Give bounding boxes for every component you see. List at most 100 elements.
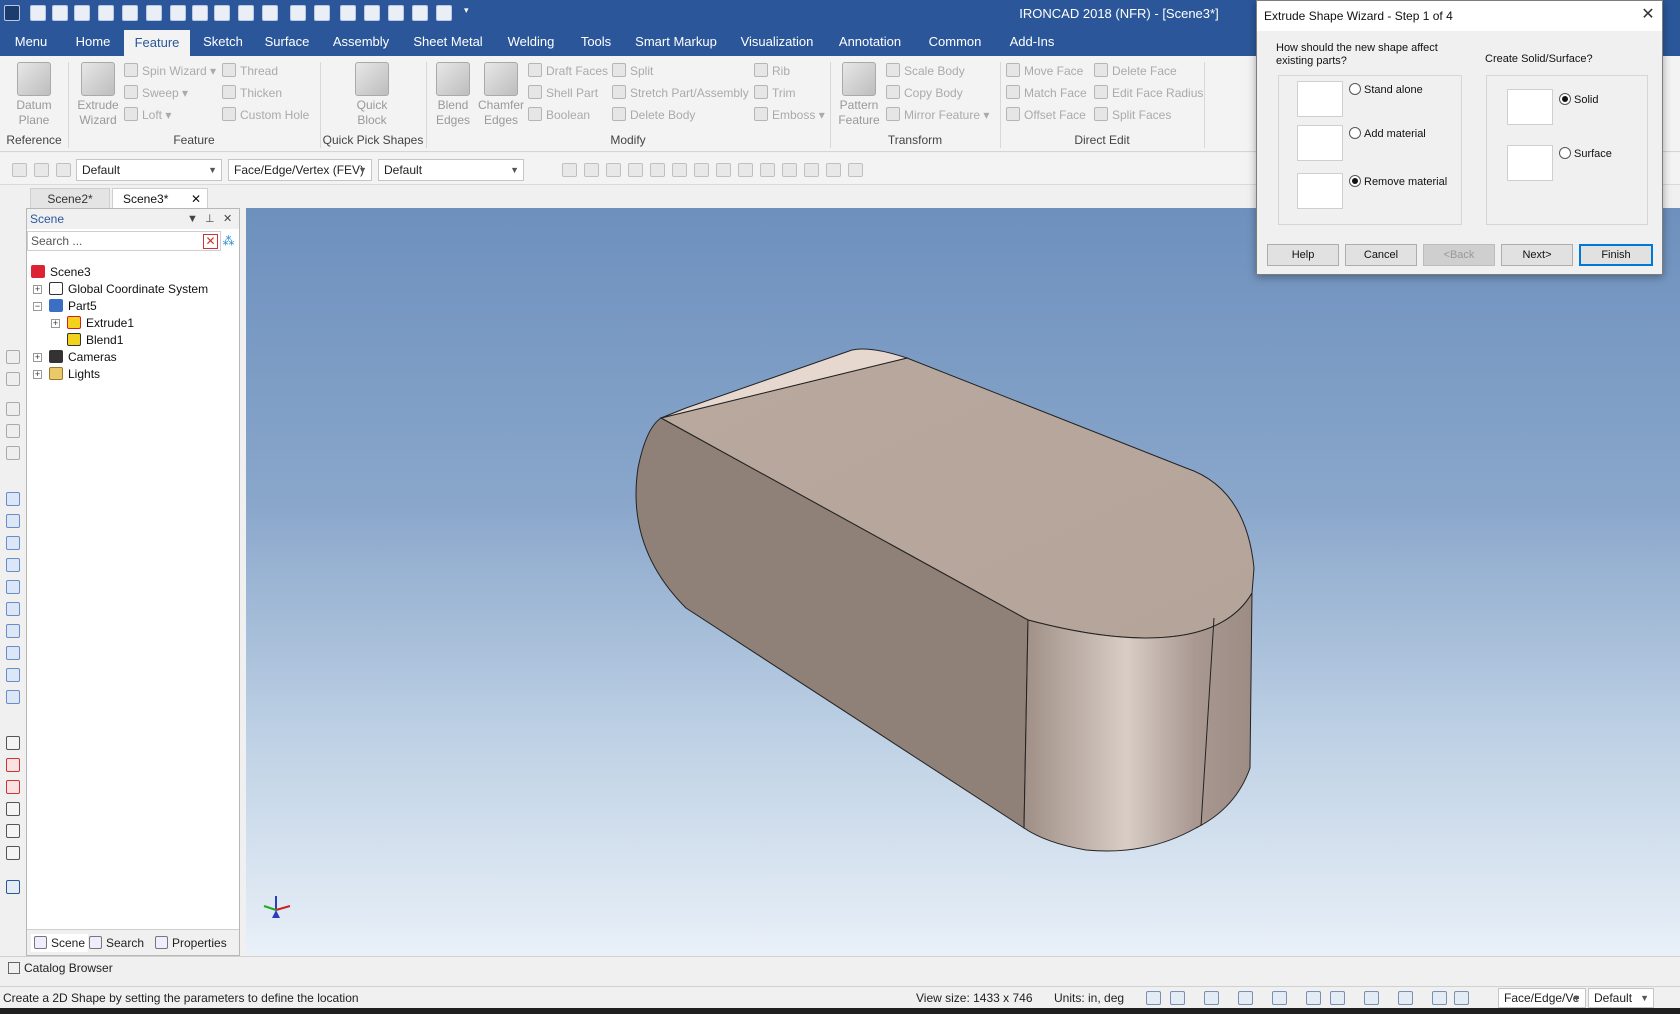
- zoom-fit-icon[interactable]: [1146, 991, 1161, 1005]
- panel-tab-scene[interactable]: Scene: [31, 934, 89, 952]
- match-face-button[interactable]: Match Face: [1006, 84, 1087, 102]
- view-6-icon[interactable]: [6, 602, 20, 616]
- datum-plane-button[interactable]: Datum Plane: [6, 62, 62, 128]
- close-icon[interactable]: ✕: [223, 209, 232, 229]
- shell-part-button[interactable]: Shell Part: [528, 84, 598, 102]
- thicken-button[interactable]: Thicken: [222, 84, 282, 102]
- tool-5-icon[interactable]: [6, 446, 20, 460]
- solid-radio[interactable]: Solid: [1559, 93, 1598, 107]
- cancel-button[interactable]: Cancel: [1345, 244, 1417, 266]
- status-filter-select[interactable]: Face/Edge/Ve ▼: [1498, 988, 1586, 1008]
- tab-scene3[interactable]: Scene3* ✕: [112, 188, 208, 208]
- remove-material-radio[interactable]: Remove material: [1349, 175, 1447, 189]
- tool-1-icon[interactable]: [6, 350, 20, 364]
- text-icon[interactable]: [6, 880, 20, 894]
- select-filter-icon[interactable]: [56, 163, 71, 177]
- tool-4-icon[interactable]: [6, 424, 20, 438]
- light-icon[interactable]: [6, 780, 20, 794]
- expand-icon[interactable]: +: [33, 285, 42, 294]
- pan-icon[interactable]: [1272, 991, 1287, 1005]
- tool-g-icon[interactable]: [694, 163, 709, 177]
- camera-icon[interactable]: [6, 758, 20, 772]
- collapse-icon[interactable]: −: [33, 302, 42, 311]
- orbit-icon[interactable]: [6, 824, 20, 838]
- tab-annotation[interactable]: Annotation: [832, 28, 908, 56]
- layers-icon[interactable]: [1398, 991, 1413, 1005]
- tab-visualization[interactable]: Visualization: [734, 28, 820, 56]
- blend-edges-button[interactable]: Blend Edges: [430, 62, 476, 128]
- move-face-button[interactable]: Move Face: [1006, 62, 1083, 80]
- split-button[interactable]: Split: [612, 62, 653, 80]
- tool-b-icon[interactable]: [584, 163, 599, 177]
- extrude-wizard-button[interactable]: Extrude Wizard: [70, 62, 126, 128]
- tab-smart-markup[interactable]: Smart Markup: [632, 28, 720, 56]
- view-10-icon[interactable]: [6, 690, 20, 704]
- finish-button[interactable]: Finish: [1579, 244, 1653, 266]
- tool-i-icon[interactable]: [738, 163, 753, 177]
- back-button[interactable]: <Back: [1423, 244, 1495, 266]
- extruded-shape[interactable]: [246, 208, 1680, 955]
- loft-button[interactable]: Loft ▾: [124, 106, 171, 124]
- pin-icon[interactable]: ⊥: [205, 209, 215, 229]
- tool-l-icon[interactable]: [804, 163, 819, 177]
- next-button[interactable]: Next>: [1501, 244, 1573, 266]
- tree-item-gcs[interactable]: Global Coordinate System: [49, 280, 208, 298]
- tool-j-icon[interactable]: [760, 163, 775, 177]
- tool-a-icon[interactable]: [562, 163, 577, 177]
- surface-radio[interactable]: Surface: [1559, 147, 1612, 161]
- tab-menu[interactable]: Menu: [0, 28, 62, 56]
- rib-button[interactable]: Rib: [754, 62, 790, 80]
- edit-face-radius-button[interactable]: Edit Face Radius: [1094, 84, 1203, 102]
- view-4-icon[interactable]: [6, 558, 20, 572]
- render-mode-icon[interactable]: [1204, 991, 1219, 1005]
- angle-icon[interactable]: [6, 802, 20, 816]
- tool-2-icon[interactable]: [6, 372, 20, 386]
- panel-menu-icon[interactable]: ▼: [187, 209, 198, 229]
- tool-k-icon[interactable]: [782, 163, 797, 177]
- select-icon[interactable]: [1432, 991, 1447, 1005]
- style-select[interactable]: Default ▼: [378, 159, 524, 181]
- view-cube-icon[interactable]: [1238, 991, 1253, 1005]
- add-material-radio[interactable]: Add material: [1349, 127, 1426, 141]
- spin-wizard-button[interactable]: Spin Wizard ▾: [124, 62, 216, 80]
- tree-item-part5[interactable]: Part5: [49, 297, 97, 315]
- quick-block-button[interactable]: Quick Block: [344, 62, 400, 128]
- fev-filter-select[interactable]: Face/Edge/Vertex (FEV) ▼: [228, 159, 372, 181]
- mirror-feature-button[interactable]: Mirror Feature ▾: [886, 106, 989, 124]
- zoom-icon[interactable]: [1170, 991, 1185, 1005]
- tool-c-icon[interactable]: [606, 163, 621, 177]
- view-2-icon[interactable]: [6, 514, 20, 528]
- tool-e-icon[interactable]: [650, 163, 665, 177]
- chamfer-edges-button[interactable]: Chamfer Edges: [476, 62, 526, 128]
- tab-home[interactable]: Home: [62, 28, 124, 56]
- trim-button[interactable]: Trim: [754, 84, 796, 102]
- expand-icon[interactable]: +: [33, 370, 42, 379]
- view-9-icon[interactable]: [6, 668, 20, 682]
- tab-add-ins[interactable]: Add-Ins: [1000, 28, 1064, 56]
- orbit-view-icon[interactable]: [1330, 991, 1345, 1005]
- tree-item-blend1[interactable]: Blend1: [67, 331, 123, 349]
- split-faces-button[interactable]: Split Faces: [1094, 106, 1171, 124]
- tree-item-scene3[interactable]: Scene3: [31, 263, 91, 281]
- tab-assembly[interactable]: Assembly: [326, 28, 396, 56]
- tree-item-cameras[interactable]: Cameras: [49, 348, 117, 366]
- sweep-button[interactable]: Sweep ▾: [124, 84, 188, 102]
- thread-button[interactable]: Thread: [222, 62, 278, 80]
- measure-icon[interactable]: [6, 736, 20, 750]
- tool-f-icon[interactable]: [672, 163, 687, 177]
- draft-faces-button[interactable]: Draft Faces: [528, 62, 608, 80]
- display-icon[interactable]: [1364, 991, 1379, 1005]
- selection-mode-select[interactable]: Default ▼: [76, 159, 222, 181]
- 3d-viewport[interactable]: [246, 208, 1680, 955]
- tree-item-lights[interactable]: Lights: [49, 365, 100, 383]
- pattern-feature-button[interactable]: Pattern Feature: [834, 62, 884, 128]
- stand-alone-radio[interactable]: Stand alone: [1349, 83, 1423, 97]
- view-3-icon[interactable]: [6, 536, 20, 550]
- clear-search-icon[interactable]: ✕: [203, 234, 218, 249]
- tab-feature[interactable]: Feature: [124, 30, 190, 56]
- tab-tools[interactable]: Tools: [572, 28, 620, 56]
- emboss-button[interactable]: Emboss ▾: [754, 106, 825, 124]
- close-icon[interactable]: ✕: [191, 189, 201, 209]
- view-5-icon[interactable]: [6, 580, 20, 594]
- delete-body-button[interactable]: Delete Body: [612, 106, 695, 124]
